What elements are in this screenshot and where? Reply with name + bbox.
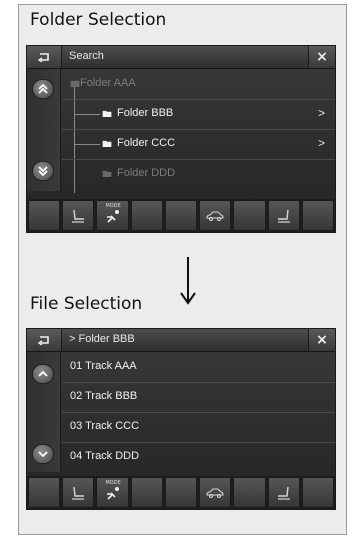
close-button[interactable]: × (308, 329, 335, 351)
list-item[interactable]: 01 Track AAA (62, 352, 335, 383)
folder-selection-heading: Folder Selection (30, 10, 167, 30)
bottom-button[interactable] (164, 477, 198, 508)
list-item-label: Folder CCC (117, 137, 176, 149)
bottom-button[interactable] (233, 200, 266, 231)
mode-label: MODE (105, 203, 121, 209)
folder-icon (102, 140, 112, 147)
mode-fan-icon (106, 209, 119, 223)
list-item[interactable]: 02 Track BBB (62, 382, 335, 413)
back-arrow-icon (37, 336, 49, 345)
scroll-up-icon (38, 83, 48, 94)
car-icon (206, 487, 224, 498)
bottom-button[interactable] (164, 200, 198, 231)
mode-button[interactable]: MODE (96, 200, 129, 231)
bottom-button[interactable] (301, 477, 334, 508)
top-bar: Search × (27, 46, 335, 69)
list-item-label: 01 Track AAA (70, 360, 137, 372)
seat-button[interactable] (267, 477, 300, 508)
list-item[interactable]: Folder CCC > (62, 129, 335, 160)
list-item[interactable]: 03 Track CCC (62, 412, 335, 443)
bottom-button[interactable] (233, 477, 266, 508)
list-item-label: 04 Track DDD (70, 450, 140, 462)
track-list: 01 Track AAA 02 Track BBB 03 Track CCC 0… (62, 352, 335, 472)
file-selection-heading: File Selection (30, 294, 143, 314)
list-item-label: 03 Track CCC (70, 420, 140, 432)
bottom-button[interactable] (130, 200, 163, 231)
seat-button[interactable] (62, 200, 95, 231)
list-item-label: Folder BBB (117, 107, 174, 119)
scroll-down-button[interactable] (32, 161, 54, 181)
seat-button[interactable] (62, 477, 95, 508)
bar-title: Search (69, 50, 104, 62)
back-button[interactable] (27, 46, 62, 68)
bottom-bar: MODE (27, 476, 335, 509)
folder-icon (102, 170, 112, 177)
bottom-button[interactable] (130, 477, 163, 508)
list-item-label: Folder AAA (80, 77, 136, 89)
down-arrow-icon (180, 257, 196, 305)
close-icon: × (316, 49, 328, 65)
mode-label: MODE (105, 480, 121, 486)
bottom-button[interactable] (301, 200, 334, 231)
close-icon: × (316, 332, 328, 348)
list-item-label: 02 Track BBB (70, 390, 138, 402)
scroll-down-button[interactable] (32, 444, 54, 464)
list-item[interactable]: Folder AAA (62, 69, 335, 100)
seat-icon (72, 486, 85, 500)
car-button[interactable] (199, 477, 232, 508)
back-button[interactable] (27, 329, 62, 351)
scroll-down-icon (38, 166, 48, 177)
list-item[interactable]: Folder DDD (62, 159, 335, 189)
car-icon (206, 210, 224, 221)
bottom-bar: MODE (27, 199, 335, 232)
seat-icon (72, 209, 85, 223)
seat-icon (277, 209, 290, 223)
chevron-right-icon: > (317, 106, 325, 120)
list-item-label: Folder DDD (117, 167, 176, 179)
scroll-column (27, 69, 61, 191)
list-item[interactable]: Folder BBB > (62, 99, 335, 130)
back-arrow-icon (37, 53, 49, 62)
mode-fan-icon (106, 486, 119, 500)
top-bar: > Folder BBB × (27, 329, 335, 352)
mode-button[interactable]: MODE (96, 477, 129, 508)
scroll-up-icon (38, 370, 48, 377)
scroll-up-button[interactable] (32, 364, 54, 384)
bar-title: > Folder BBB (69, 333, 135, 345)
folder-icon (102, 110, 112, 117)
chevron-right-icon: > (317, 136, 325, 150)
scroll-down-icon (38, 451, 48, 458)
list-item[interactable]: 04 Track DDD (62, 442, 335, 472)
folder-icon (70, 80, 80, 87)
bottom-button[interactable] (28, 200, 61, 231)
car-button[interactable] (199, 200, 232, 231)
folder-selection-screen: Search × Folder AAA Folder BBB > Folder … (26, 45, 336, 233)
close-button[interactable]: × (308, 46, 335, 68)
seat-button[interactable] (267, 200, 300, 231)
folder-list: Folder AAA Folder BBB > Folder CCC > Fol… (62, 69, 335, 193)
scroll-up-button[interactable] (32, 79, 54, 99)
seat-icon (277, 486, 290, 500)
file-selection-screen: > Folder BBB × 01 Track AAA 02 Track BBB… (26, 328, 336, 510)
scroll-column (27, 352, 61, 472)
bottom-button[interactable] (28, 477, 61, 508)
